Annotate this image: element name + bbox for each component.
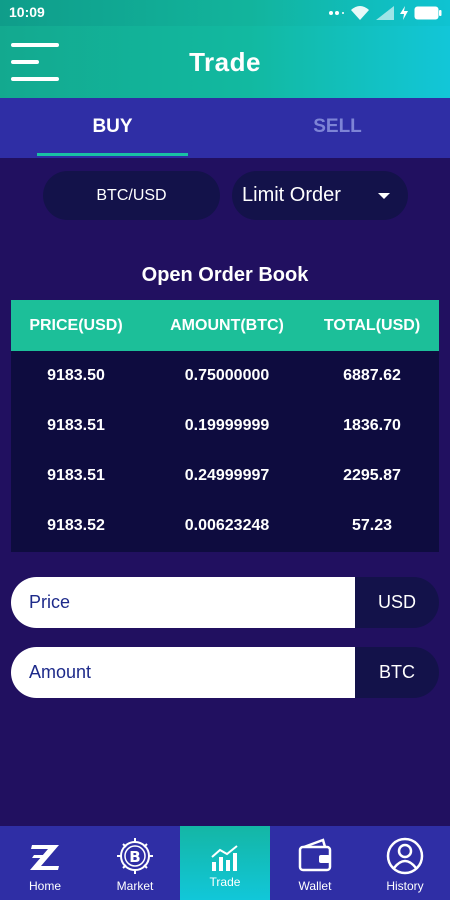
order-type-dropdown[interactable]: Limit Order bbox=[232, 171, 408, 220]
cell-price: 9183.52 bbox=[47, 517, 105, 534]
notification-dots-icon bbox=[329, 11, 344, 15]
order-book-body: 9183.50 0.75000000 6887.62 9183.51 0.199… bbox=[11, 351, 439, 552]
nav-item-wallet[interactable]: Wallet bbox=[270, 826, 360, 900]
svg-text:B: B bbox=[129, 848, 140, 866]
amount-input[interactable] bbox=[11, 647, 355, 698]
cell-price: 9183.51 bbox=[47, 467, 105, 484]
bar-chart-icon bbox=[211, 845, 238, 871]
status-time: 10:09 bbox=[9, 4, 45, 20]
cell-total: 6887.62 bbox=[343, 367, 401, 384]
amount-unit-label: BTC bbox=[355, 647, 439, 698]
cell-amount: 0.24999997 bbox=[184, 467, 270, 484]
cell-amount: 0.00623248 bbox=[184, 517, 270, 534]
battery-icon bbox=[414, 6, 442, 20]
price-field-group: USD bbox=[11, 577, 439, 628]
order-book-header: PRICE(USD) AMOUNT(BTC) TOTAL(USD) bbox=[11, 300, 439, 351]
cell-signal-icon bbox=[376, 6, 394, 20]
nav-item-history[interactable]: History bbox=[360, 826, 450, 900]
cell-total: 57.23 bbox=[351, 517, 393, 534]
column-header-amount: AMOUNT(BTC) bbox=[170, 317, 284, 334]
nav-item-trade[interactable]: Trade bbox=[180, 826, 270, 900]
status-bar: 10:09 bbox=[0, 0, 450, 26]
table-row[interactable]: 9183.51 0.24999997 2295.87 bbox=[11, 451, 439, 501]
price-unit-label: USD bbox=[355, 577, 439, 628]
column-header-total: TOTAL(USD) bbox=[323, 317, 421, 334]
order-type-label: Limit Order bbox=[242, 184, 341, 206]
tab-buy[interactable]: BUY bbox=[0, 98, 225, 158]
bottom-nav: Home B Market Trade Wallet History bbox=[0, 826, 450, 900]
price-input[interactable] bbox=[11, 577, 355, 628]
z-logo-icon bbox=[30, 845, 59, 870]
table-row[interactable]: 9183.52 0.00623248 57.23 bbox=[11, 501, 439, 551]
cell-total: 2295.87 bbox=[343, 467, 401, 484]
chevron-down-icon bbox=[378, 193, 390, 199]
trade-tabs: BUY SELL bbox=[0, 98, 450, 158]
table-row[interactable]: 9183.51 0.19999999 1836.70 bbox=[11, 401, 439, 451]
charging-icon bbox=[400, 6, 408, 20]
nav-label: Market bbox=[116, 879, 154, 893]
nav-label: Trade bbox=[209, 875, 241, 889]
cell-amount: 0.19999999 bbox=[184, 417, 270, 434]
column-header-price: PRICE(USD) bbox=[29, 317, 123, 334]
nav-label: Home bbox=[28, 879, 61, 893]
nav-label: History bbox=[386, 879, 424, 893]
bitcoin-chip-icon: B bbox=[117, 838, 153, 874]
page-title: Trade bbox=[189, 47, 261, 77]
user-circle-icon bbox=[386, 837, 424, 875]
order-book-table: PRICE(USD) AMOUNT(BTC) TOTAL(USD) 9183.5… bbox=[11, 300, 439, 552]
nav-item-market[interactable]: B Market bbox=[90, 826, 180, 900]
wallet-icon bbox=[298, 838, 332, 872]
cell-price: 9183.51 bbox=[47, 417, 105, 434]
order-book-title: Open Order Book bbox=[141, 264, 309, 286]
cell-price: 9183.50 bbox=[47, 367, 105, 384]
amount-field-group: BTC bbox=[11, 647, 439, 698]
app-header: Trade bbox=[0, 26, 450, 98]
active-tab-indicator bbox=[37, 153, 188, 156]
tab-sell[interactable]: SELL bbox=[225, 98, 450, 158]
status-icons bbox=[328, 3, 442, 23]
nav-label: Wallet bbox=[298, 879, 332, 893]
table-row[interactable]: 9183.50 0.75000000 6887.62 bbox=[11, 351, 439, 401]
pair-selector[interactable]: BTC/USD bbox=[43, 171, 220, 220]
cell-total: 1836.70 bbox=[343, 417, 401, 434]
wifi-icon bbox=[351, 6, 369, 20]
cell-amount: 0.75000000 bbox=[184, 367, 270, 384]
nav-item-home[interactable]: Home bbox=[0, 826, 90, 900]
